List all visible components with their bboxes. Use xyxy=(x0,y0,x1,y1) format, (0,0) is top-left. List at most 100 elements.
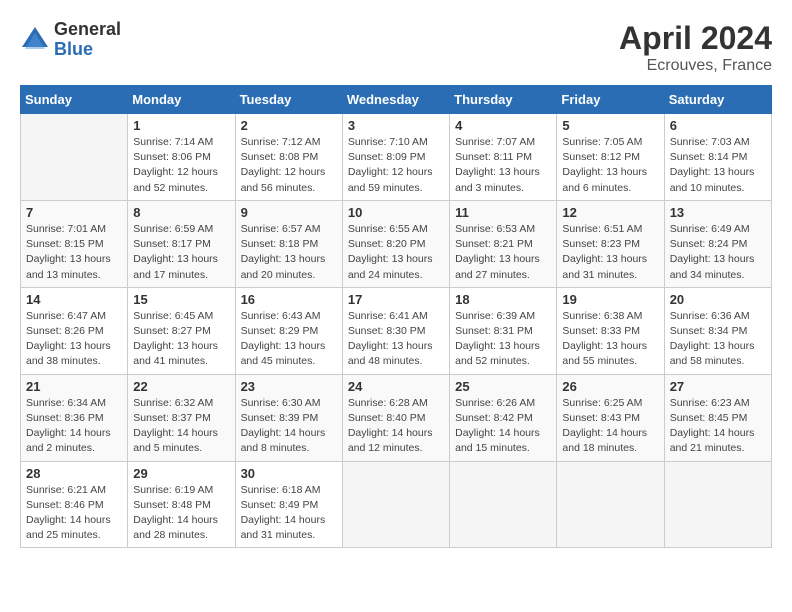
day-number: 7 xyxy=(26,205,122,220)
day-number: 4 xyxy=(455,118,551,133)
calendar-cell: 5 Sunrise: 7:05 AMSunset: 8:12 PMDaylight… xyxy=(557,114,664,201)
day-number: 24 xyxy=(348,379,444,394)
calendar-table: SundayMondayTuesdayWednesdayThursdayFrid… xyxy=(20,85,772,548)
day-number: 22 xyxy=(133,379,229,394)
day-number: 3 xyxy=(348,118,444,133)
day-info: Sunrise: 6:18 AMSunset: 8:49 PMDaylight:… xyxy=(241,483,337,544)
day-info: Sunrise: 6:23 AMSunset: 8:45 PMDaylight:… xyxy=(670,396,766,457)
day-number: 1 xyxy=(133,118,229,133)
calendar-cell: 3 Sunrise: 7:10 AMSunset: 8:09 PMDaylight… xyxy=(342,114,449,201)
calendar-cell: 11 Sunrise: 6:53 AMSunset: 8:21 PMDayligh… xyxy=(450,200,557,287)
calendar-cell: 24 Sunrise: 6:28 AMSunset: 8:40 PMDayligh… xyxy=(342,374,449,461)
day-info: Sunrise: 6:39 AMSunset: 8:31 PMDaylight:… xyxy=(455,309,551,370)
calendar-cell: 30 Sunrise: 6:18 AMSunset: 8:49 PMDayligh… xyxy=(235,461,342,548)
logo-text: General Blue xyxy=(54,20,121,60)
calendar-header: SundayMondayTuesdayWednesdayThursdayFrid… xyxy=(21,86,772,114)
page-header: General Blue April 2024 Ecrouves, France xyxy=(20,20,772,75)
day-info: Sunrise: 7:14 AMSunset: 8:06 PMDaylight:… xyxy=(133,135,229,196)
calendar-cell: 2Sunrise: 7:12 AMSunset: 8:08 PMDaylight… xyxy=(235,114,342,201)
calendar-cell: 22 Sunrise: 6:32 AMSunset: 8:37 PMDayligh… xyxy=(128,374,235,461)
day-number: 10 xyxy=(348,205,444,220)
day-number: 11 xyxy=(455,205,551,220)
day-info: Sunrise: 6:57 AMSunset: 8:18 PMDaylight:… xyxy=(241,222,337,283)
calendar-cell: 17 Sunrise: 6:41 AMSunset: 8:30 PMDayligh… xyxy=(342,287,449,374)
calendar-cell: 4 Sunrise: 7:07 AMSunset: 8:11 PMDaylight… xyxy=(450,114,557,201)
header-day-saturday: Saturday xyxy=(664,86,771,114)
calendar-cell: 16 Sunrise: 6:43 AMSunset: 8:29 PMDayligh… xyxy=(235,287,342,374)
calendar-week-2: 7 Sunrise: 7:01 AMSunset: 8:15 PMDaylight… xyxy=(21,200,772,287)
day-number: 9 xyxy=(241,205,337,220)
day-number: 15 xyxy=(133,292,229,307)
calendar-cell xyxy=(664,461,771,548)
header-day-wednesday: Wednesday xyxy=(342,86,449,114)
day-number: 5 xyxy=(562,118,658,133)
day-info: Sunrise: 6:28 AMSunset: 8:40 PMDaylight:… xyxy=(348,396,444,457)
day-number: 16 xyxy=(241,292,337,307)
logo-general-text: General xyxy=(54,20,121,40)
calendar-cell xyxy=(557,461,664,548)
logo-icon xyxy=(20,25,50,55)
calendar-cell: 8 Sunrise: 6:59 AMSunset: 8:17 PMDaylight… xyxy=(128,200,235,287)
calendar-cell: 25 Sunrise: 6:26 AMSunset: 8:42 PMDayligh… xyxy=(450,374,557,461)
header-day-sunday: Sunday xyxy=(21,86,128,114)
day-number: 8 xyxy=(133,205,229,220)
day-info: Sunrise: 6:26 AMSunset: 8:42 PMDaylight:… xyxy=(455,396,551,457)
calendar-week-1: 1 Sunrise: 7:14 AMSunset: 8:06 PMDaylight… xyxy=(21,114,772,201)
day-number: 14 xyxy=(26,292,122,307)
day-info: Sunrise: 6:19 AMSunset: 8:48 PMDaylight:… xyxy=(133,483,229,544)
day-info: Sunrise: 6:51 AMSunset: 8:23 PMDaylight:… xyxy=(562,222,658,283)
calendar-week-5: 28Sunrise: 6:21 AMSunset: 8:46 PMDayligh… xyxy=(21,461,772,548)
calendar-cell: 20 Sunrise: 6:36 AMSunset: 8:34 PMDayligh… xyxy=(664,287,771,374)
day-info: Sunrise: 6:43 AMSunset: 8:29 PMDaylight:… xyxy=(241,309,337,370)
calendar-cell: 7 Sunrise: 7:01 AMSunset: 8:15 PMDaylight… xyxy=(21,200,128,287)
day-number: 30 xyxy=(241,466,337,481)
calendar-cell: 18 Sunrise: 6:39 AMSunset: 8:31 PMDayligh… xyxy=(450,287,557,374)
day-number: 12 xyxy=(562,205,658,220)
day-number: 25 xyxy=(455,379,551,394)
day-number: 27 xyxy=(670,379,766,394)
day-number: 20 xyxy=(670,292,766,307)
day-info: Sunrise: 6:59 AMSunset: 8:17 PMDaylight:… xyxy=(133,222,229,283)
calendar-cell: 28Sunrise: 6:21 AMSunset: 8:46 PMDayligh… xyxy=(21,461,128,548)
day-info: Sunrise: 6:47 AMSunset: 8:26 PMDaylight:… xyxy=(26,309,122,370)
day-info: Sunrise: 6:41 AMSunset: 8:30 PMDaylight:… xyxy=(348,309,444,370)
day-info: Sunrise: 6:36 AMSunset: 8:34 PMDaylight:… xyxy=(670,309,766,370)
day-info: Sunrise: 6:53 AMSunset: 8:21 PMDaylight:… xyxy=(455,222,551,283)
calendar-cell: 29 Sunrise: 6:19 AMSunset: 8:48 PMDayligh… xyxy=(128,461,235,548)
day-number: 18 xyxy=(455,292,551,307)
day-info: Sunrise: 7:05 AMSunset: 8:12 PMDaylight:… xyxy=(562,135,658,196)
day-number: 17 xyxy=(348,292,444,307)
calendar-cell: 26 Sunrise: 6:25 AMSunset: 8:43 PMDayligh… xyxy=(557,374,664,461)
day-info: Sunrise: 6:25 AMSunset: 8:43 PMDaylight:… xyxy=(562,396,658,457)
day-number: 23 xyxy=(241,379,337,394)
day-number: 26 xyxy=(562,379,658,394)
day-info: Sunrise: 6:45 AMSunset: 8:27 PMDaylight:… xyxy=(133,309,229,370)
day-number: 13 xyxy=(670,205,766,220)
header-day-tuesday: Tuesday xyxy=(235,86,342,114)
calendar-cell: 9 Sunrise: 6:57 AMSunset: 8:18 PMDaylight… xyxy=(235,200,342,287)
header-row: SundayMondayTuesdayWednesdayThursdayFrid… xyxy=(21,86,772,114)
day-number: 29 xyxy=(133,466,229,481)
calendar-cell: 12 Sunrise: 6:51 AMSunset: 8:23 PMDayligh… xyxy=(557,200,664,287)
calendar-body: 1 Sunrise: 7:14 AMSunset: 8:06 PMDaylight… xyxy=(21,114,772,548)
calendar-cell: 14 Sunrise: 6:47 AMSunset: 8:26 PMDayligh… xyxy=(21,287,128,374)
day-info: Sunrise: 6:32 AMSunset: 8:37 PMDaylight:… xyxy=(133,396,229,457)
day-info: Sunrise: 7:07 AMSunset: 8:11 PMDaylight:… xyxy=(455,135,551,196)
month-title: April 2024 xyxy=(619,20,772,57)
calendar-cell: 21Sunrise: 6:34 AMSunset: 8:36 PMDayligh… xyxy=(21,374,128,461)
day-info: Sunrise: 6:34 AMSunset: 8:36 PMDaylight:… xyxy=(26,396,122,457)
day-info: Sunrise: 7:10 AMSunset: 8:09 PMDaylight:… xyxy=(348,135,444,196)
calendar-cell: 6Sunrise: 7:03 AMSunset: 8:14 PMDaylight… xyxy=(664,114,771,201)
calendar-week-3: 14 Sunrise: 6:47 AMSunset: 8:26 PMDayligh… xyxy=(21,287,772,374)
day-info: Sunrise: 6:49 AMSunset: 8:24 PMDaylight:… xyxy=(670,222,766,283)
day-number: 2 xyxy=(241,118,337,133)
day-info: Sunrise: 7:01 AMSunset: 8:15 PMDaylight:… xyxy=(26,222,122,283)
calendar-cell: 15 Sunrise: 6:45 AMSunset: 8:27 PMDayligh… xyxy=(128,287,235,374)
logo: General Blue xyxy=(20,20,121,60)
title-block: April 2024 Ecrouves, France xyxy=(619,20,772,75)
calendar-cell xyxy=(450,461,557,548)
calendar-cell xyxy=(21,114,128,201)
day-info: Sunrise: 6:38 AMSunset: 8:33 PMDaylight:… xyxy=(562,309,658,370)
calendar-cell: 1 Sunrise: 7:14 AMSunset: 8:06 PMDaylight… xyxy=(128,114,235,201)
day-number: 28 xyxy=(26,466,122,481)
